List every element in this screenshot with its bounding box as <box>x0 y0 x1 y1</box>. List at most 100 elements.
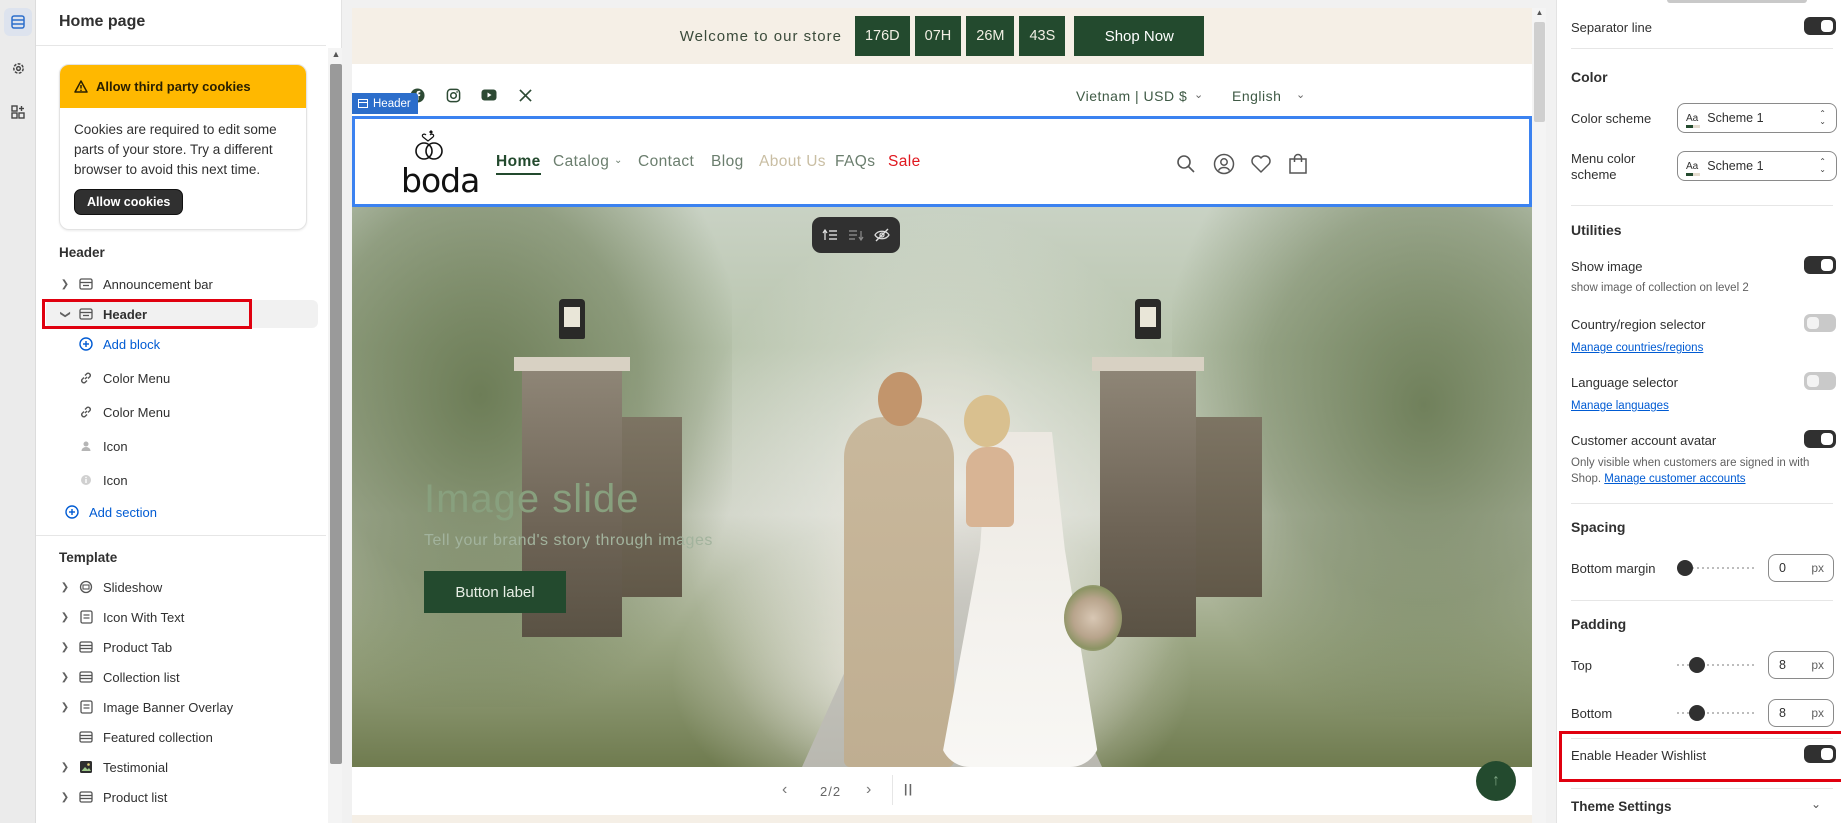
tree-item-slideshow[interactable]: ❯ Slideshow <box>46 573 318 601</box>
apps-icon[interactable] <box>4 98 32 126</box>
padding-top-slider[interactable] <box>1677 657 1757 673</box>
country-currency-selector[interactable]: Vietnam | USD $ <box>1076 88 1187 104</box>
x-twitter-icon[interactable] <box>516 86 534 104</box>
section-icon <box>358 99 368 108</box>
nav-about-us[interactable]: About Us <box>759 153 826 171</box>
lantern-left <box>559 299 585 339</box>
slide-prev-icon[interactable]: ‹ <box>782 781 787 799</box>
tree-item-icon-with-text[interactable]: ❯ Icon With Text <box>46 603 318 631</box>
country-selector-toggle[interactable] <box>1804 314 1836 332</box>
tree-item-product-list[interactable]: ❯ Product list <box>46 783 318 811</box>
pause-icon[interactable]: | | <box>904 782 912 796</box>
tree-item-color-menu[interactable]: Color Menu <box>78 364 318 392</box>
padding-bottom-input[interactable]: 8 px <box>1768 699 1834 727</box>
tree-item-image-banner-overlay[interactable]: ❯ Image Banner Overlay <box>46 693 318 721</box>
announcement-bar: Welcome to our store 176D 07H 26M 43S Sh… <box>352 8 1532 64</box>
menu-color-scheme-select[interactable]: Aa Scheme 1 ⌃ ⌄ <box>1677 151 1837 181</box>
header-section-tag[interactable]: Header <box>352 93 418 114</box>
padding-top-input[interactable]: 8 px <box>1768 651 1834 679</box>
nav-contact[interactable]: Contact <box>638 153 694 171</box>
cart-bag-icon[interactable] <box>1285 151 1311 177</box>
scroll-thumb[interactable] <box>1534 22 1545 122</box>
add-section-button[interactable]: Add section <box>64 498 314 526</box>
hero-button[interactable]: Button label <box>424 571 566 613</box>
show-image-toggle[interactable] <box>1804 256 1836 274</box>
chevron-down-icon[interactable]: ⌄ <box>614 155 623 166</box>
padding-bottom-slider[interactable] <box>1677 705 1757 721</box>
slideshow-icon <box>78 580 94 594</box>
language-selector[interactable]: English <box>1232 88 1281 104</box>
chevron-right-icon[interactable]: ❯ <box>58 612 72 623</box>
chevron-right-icon[interactable]: ❯ <box>58 792 72 803</box>
chevron-down-icon[interactable]: ⌄ <box>1194 88 1204 101</box>
tree-item-testimonial[interactable]: ❯ Testimonial <box>46 753 318 781</box>
preview-scrollbar[interactable]: ▲ <box>1532 8 1546 823</box>
slider-thumb[interactable] <box>1677 560 1693 576</box>
slide-next-icon[interactable]: › <box>866 781 871 799</box>
account-icon[interactable] <box>1211 151 1237 177</box>
scroll-up-arrow-icon[interactable]: ▲ <box>330 48 342 60</box>
announcement-text: Welcome to our store <box>679 27 842 45</box>
store-logo[interactable]: boda <box>401 129 481 200</box>
allow-cookies-button[interactable]: Allow cookies <box>74 189 184 215</box>
nav-sale[interactable]: Sale <box>888 153 921 171</box>
back-to-top-arrow-icon[interactable]: ↑ <box>1476 761 1516 801</box>
chevron-right-icon[interactable]: ❯ <box>58 762 72 773</box>
header-section[interactable]: boda Home Catalog ⌄ Contact Blog About U… <box>352 116 1532 207</box>
add-block-button[interactable]: Add block <box>78 330 318 358</box>
customer-avatar-toggle[interactable] <box>1804 430 1836 448</box>
slider-thumb[interactable] <box>1689 657 1705 673</box>
manage-customer-accounts-link[interactable]: Manage customer accounts <box>1604 473 1745 485</box>
bottom-margin-slider[interactable] <box>1677 560 1757 576</box>
select-arrows-icon: ⌃ ⌄ <box>1819 157 1826 174</box>
chevron-down-icon[interactable]: ⌄ <box>1811 797 1821 811</box>
chevron-down-icon[interactable]: ⌄ <box>1296 88 1306 101</box>
sidebar-scrollbar[interactable]: ▲ <box>328 48 342 823</box>
scroll-thumb[interactable] <box>330 64 342 764</box>
chevron-right-icon[interactable]: ❯ <box>58 702 72 713</box>
tree-item-label: Announcement bar <box>103 276 213 292</box>
instagram-icon[interactable] <box>444 86 462 104</box>
tree-item-icon[interactable]: Icon <box>78 466 318 494</box>
shop-now-button[interactable]: Shop Now <box>1074 16 1205 56</box>
nav-faqs[interactable]: FAQs <box>835 153 875 171</box>
tree-item-product-tab[interactable]: ❯ Product Tab <box>46 633 318 661</box>
nav-blog[interactable]: Blog <box>711 153 744 171</box>
separator-line-toggle[interactable] <box>1804 17 1836 35</box>
unit-label: px <box>1811 706 1824 720</box>
move-up-icon[interactable] <box>822 228 838 242</box>
sections-icon[interactable] <box>4 8 32 36</box>
chevron-right-icon[interactable]: ❯ <box>58 582 72 593</box>
manage-languages-link[interactable]: Manage languages <box>1571 398 1831 414</box>
search-icon[interactable] <box>1173 151 1199 177</box>
section-floating-toolbar <box>812 217 900 253</box>
tree-item-featured-collection[interactable]: Featured collection <box>46 723 318 751</box>
tree-item-label: Color Menu <box>103 370 171 386</box>
divider <box>1571 503 1833 504</box>
chevron-right-icon[interactable]: ❯ <box>58 279 72 290</box>
nav-home[interactable]: Home <box>496 153 541 175</box>
tree-item-icon[interactable]: Icon <box>78 432 318 460</box>
chevron-right-icon[interactable]: ❯ <box>58 672 72 683</box>
tree-item-color-menu[interactable]: Color Menu <box>78 398 318 426</box>
heart-wishlist-icon[interactable] <box>1248 151 1274 177</box>
country-currency-label: Vietnam | USD $ <box>1076 88 1188 104</box>
slider-thumb[interactable] <box>1689 705 1705 721</box>
tree-item-announcement-bar[interactable]: ❯ Announcement bar <box>46 270 318 298</box>
tree-item-collection-list[interactable]: ❯ Collection list <box>46 663 318 691</box>
bottom-margin-input[interactable]: 0 px <box>1768 554 1834 582</box>
show-image-help: show image of collection on level 2 <box>1571 282 1749 294</box>
section-icon <box>78 730 94 744</box>
theme-settings-heading[interactable]: Theme Settings <box>1571 799 1672 814</box>
move-down-icon[interactable] <box>848 228 864 242</box>
gear-icon[interactable] <box>4 54 32 82</box>
chevron-right-icon[interactable]: ❯ <box>58 642 72 653</box>
manage-countries-link[interactable]: Manage countries/regions <box>1571 340 1831 356</box>
language-selector-toggle[interactable] <box>1804 372 1836 390</box>
link-icon <box>78 371 94 385</box>
color-scheme-select[interactable]: Aa Scheme 1 ⌃ ⌄ <box>1677 103 1837 133</box>
hide-eye-icon[interactable] <box>874 228 890 242</box>
youtube-icon[interactable] <box>480 86 498 104</box>
nav-catalog[interactable]: Catalog <box>553 153 609 171</box>
scroll-up-arrow-icon[interactable]: ▲ <box>1534 8 1545 20</box>
